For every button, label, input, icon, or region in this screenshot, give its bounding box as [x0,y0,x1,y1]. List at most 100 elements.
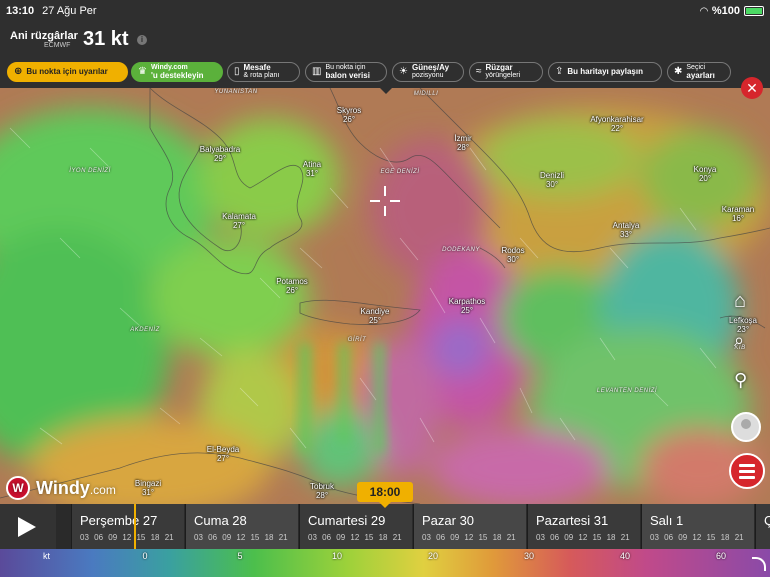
legend-tick: 20 [427,551,439,561]
menu-button[interactable] [729,453,765,489]
balloon-button[interactable]: ▥ Bu nokta için balon verisi [305,62,387,82]
city-label: İzmir 28° [454,134,471,152]
city-value: 28° [315,491,329,500]
close-picker-button[interactable]: ✕ [741,77,763,99]
avatar[interactable] [731,412,761,442]
color-legend[interactable]: kt 0 5 10 20 30 40 60 [0,549,770,577]
model-name: ECMWF [44,42,71,49]
info-icon[interactable]: i [137,35,147,45]
timeline-day[interactable]: Perşembe 27 03 06 09 12 15 18 21 [71,504,184,549]
sun-moon-button[interactable]: ☀ Güneş/Ay pozisyonu [392,62,464,82]
city-name: Antalya [612,221,640,230]
city-value: 26° [342,115,356,124]
picker-crosshair[interactable] [370,186,400,216]
city-label: Kandiye 25° [361,307,390,325]
sun-line-2: pozisyonu [411,72,444,79]
legend-tick: 5 [237,551,243,561]
city-value: 22° [610,124,624,133]
day-name: Pazar 30 [422,513,475,528]
search-icon[interactable]: ⌕ [734,330,744,351]
region-label: MIDILLI [413,91,439,97]
balloon-text: Bu nokta için balon verisi [325,64,369,80]
wind-line-2: yörüngeleri [485,72,521,79]
status-date: 27 Ağu Per [42,5,97,17]
wifi-icon: ◠ [700,5,708,17]
windy-logo[interactable]: W Windy.com [6,476,116,500]
battery-icon [744,6,764,16]
day-name: Perşembe 27 [80,513,158,528]
timeline-day[interactable]: Salı 1 03 06 09 12 15 18 21 [641,504,754,549]
legend-tick: 10 [331,551,343,561]
city-label: Karpathos 25° [449,297,485,315]
resize-corner-icon[interactable] [752,557,766,571]
now-marker [134,504,136,549]
picker-settings-button[interactable]: ✱ Seçici ayarları [667,62,731,82]
overlay-name[interactable]: Ani rüzgârlar [10,30,78,42]
home-icon[interactable]: ⌂ [734,290,746,313]
region-label: YUNANİSTAN [214,89,258,95]
support-button[interactable]: ♛ Windy.com 'u destekleyin [131,62,223,82]
battery-percent: %100 [711,5,740,17]
share-button[interactable]: ⇪ Bu haritayı paylaşın [548,62,662,82]
menu-icon-bar [739,476,755,479]
menu-icon-bar [739,470,755,473]
city-value: 16° [731,214,745,223]
weather-map[interactable]: YUNANİSTAN MIDILLI İYON DENİZİ EGE DENİZ… [0,88,770,504]
legend-tick: 40 [619,551,631,561]
timeline-day[interactable]: Cuma 28 03 06 09 12 15 18 21 [185,504,298,549]
city-label: Antalya 33° [613,221,640,239]
toolbar-handle [380,88,392,94]
pin-icon[interactable]: ⚲ [734,370,747,391]
city-value: 31° [305,169,319,178]
day-hours: 03 06 09 12 15 18 21 [536,533,630,542]
day-hours: 03 06 09 12 15 18 21 [422,533,516,542]
distance-line-1: Mesafe [243,63,271,72]
city-label: Kalamata 27° [222,212,256,230]
status-bar: 13:10 27 Ağu Per ◠ %100 [0,0,770,22]
windy-logo-icon: W [6,476,30,500]
city-value: 20° [698,174,712,183]
wind-text: Rüzgar yörüngeleri [486,64,521,80]
distance-text: Mesafe & rota planı [244,64,280,80]
city-name: Rodos [501,246,525,255]
city-label: Afyonkarahisar 22° [590,115,643,133]
wind-icon: ≈ [476,66,482,77]
sun-text: Güneş/Ay pozisyonu [412,64,449,80]
region-label: DODEKANY [442,247,480,253]
play-button[interactable] [0,504,56,549]
city-value: 31° [141,488,155,497]
city-label: Potamos 26° [276,277,308,295]
alert-button[interactable]: ⊕ Bu nokta için uyarılar [7,62,128,82]
balloon-line-2: balon verisi [325,71,370,80]
timeline-day[interactable]: Cumartesi 29 03 06 09 12 15 18 21 [299,504,412,549]
support-text: Windy.com 'u destekleyin [151,64,204,80]
city-label: El-Beyda 27° [207,445,239,463]
timeline-day[interactable]: Pazar 30 03 06 09 12 15 18 21 [413,504,526,549]
legend-tick: 30 [523,551,535,561]
timeline-day[interactable]: Ç [755,504,770,549]
city-name: Karaman [721,205,755,214]
timeline-day[interactable]: Pazartesi 31 03 06 09 12 15 18 21 [527,504,640,549]
logo-name: Windy [36,477,90,498]
city-name: Afyonkarahisar [590,115,644,124]
app-root: 13:10 27 Ağu Per ◠ %100 Ani rüzgârlar EC… [0,0,770,577]
city-label: Karaman 16° [722,205,754,223]
logo-suffix: .com [89,482,116,497]
picker-toolbar: ⊕ Bu nokta için uyarılar ♛ Windy.com 'u … [0,60,770,88]
wind-trajectory-button[interactable]: ≈ Rüzgar yörüngeleri [469,62,543,82]
crown-icon: ♛ [138,66,147,77]
city-value: 27° [232,221,246,230]
forecast-timeline[interactable]: Perşembe 27 03 06 09 12 15 18 21 Cuma 28 0… [0,504,770,549]
legend-tick: 60 [715,551,727,561]
sun-icon: ☀ [399,66,408,77]
city-name: İzmir [454,134,472,143]
share-label: Bu haritayı paylaşın [567,67,643,76]
city-value: 26° [285,286,299,295]
share-icon: ⇪ [555,66,564,77]
wind-line-1: Rüzgar [485,63,513,72]
distance-button[interactable]: ▯ Mesafe & rota planı [227,62,300,82]
target-icon: ⊕ [14,66,23,77]
day-name: Cuma 28 [194,513,247,528]
city-value: 30° [506,255,520,264]
selected-time[interactable]: 18:00 [357,482,413,508]
